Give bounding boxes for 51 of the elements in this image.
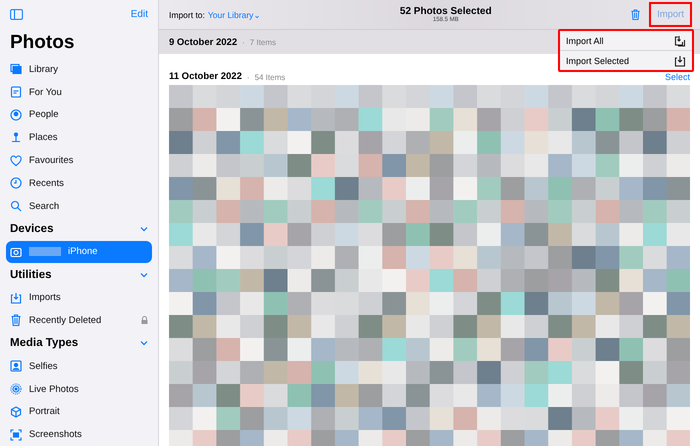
heart-icon <box>10 154 22 167</box>
sidebar-item[interactable]: Recents <box>6 172 152 195</box>
sidebar-item[interactable]: Selfies <box>6 354 152 378</box>
section-heading: Media Types <box>10 337 78 350</box>
sidebar-item[interactable]: Favourites <box>6 149 152 172</box>
sidebar-item[interactable]: Live Photos <box>6 378 152 400</box>
camera-icon <box>10 246 22 258</box>
menu-item[interactable]: Import All <box>560 31 692 51</box>
sidebar-toggle-icon[interactable] <box>10 9 23 20</box>
download-tray-icon <box>674 34 686 46</box>
select-link[interactable]: Select <box>664 72 690 82</box>
sidebar-item[interactable]: Imports <box>6 286 152 310</box>
date-heading: 9 October 2022 <box>169 36 238 48</box>
chevron-icon[interactable] <box>140 226 148 232</box>
item-count: 7 Items <box>250 38 276 47</box>
cube-icon <box>10 406 22 418</box>
card-icon <box>10 86 22 98</box>
photo-stack-icon <box>10 63 22 76</box>
section-heading: Utilities <box>10 268 52 281</box>
sidebar-item[interactable]: iPhone <box>6 240 152 264</box>
sidebar-item[interactable]: Places <box>6 126 152 150</box>
trash-icon <box>10 314 22 326</box>
portrait-frame-icon <box>10 360 22 372</box>
item-count: 54 Items <box>254 72 286 82</box>
person-icon <box>10 108 22 121</box>
pin-icon <box>10 132 22 144</box>
selection-title: 52 Photos Selected <box>400 6 492 18</box>
chevron-icon[interactable] <box>140 272 148 278</box>
sidebar-title: Photos <box>9 30 76 55</box>
import-to-label: Import to: <box>169 10 205 20</box>
separator-dot: · <box>246 72 250 82</box>
clock-icon <box>10 177 22 190</box>
download-tray-icon <box>10 292 22 304</box>
sidebar-item[interactable]: Portrait <box>6 400 152 424</box>
chevron-icon[interactable] <box>140 340 148 346</box>
date-heading: 11 October 2022 <box>169 70 242 82</box>
section-heading: Devices <box>10 223 54 236</box>
sidebar-item[interactable]: Library <box>6 58 152 81</box>
sidebar-item[interactable]: People <box>6 103 152 126</box>
sidebar-item[interactable]: Screenshots <box>6 423 152 446</box>
trash-icon[interactable] <box>630 8 642 22</box>
separator-dot: · <box>242 38 245 47</box>
sidebar-item[interactable]: Recently Deleted <box>6 309 152 332</box>
screenshot-icon <box>10 428 22 441</box>
sidebar-item[interactable]: For You <box>6 80 152 104</box>
sidebar-item[interactable]: Search <box>6 194 152 218</box>
concentric-circles-icon <box>10 383 22 396</box>
download-tray-icon <box>674 54 686 66</box>
search-icon <box>10 200 22 212</box>
menu-item[interactable]: Import Selected <box>560 51 692 70</box>
edit-link[interactable]: Edit <box>130 9 148 20</box>
